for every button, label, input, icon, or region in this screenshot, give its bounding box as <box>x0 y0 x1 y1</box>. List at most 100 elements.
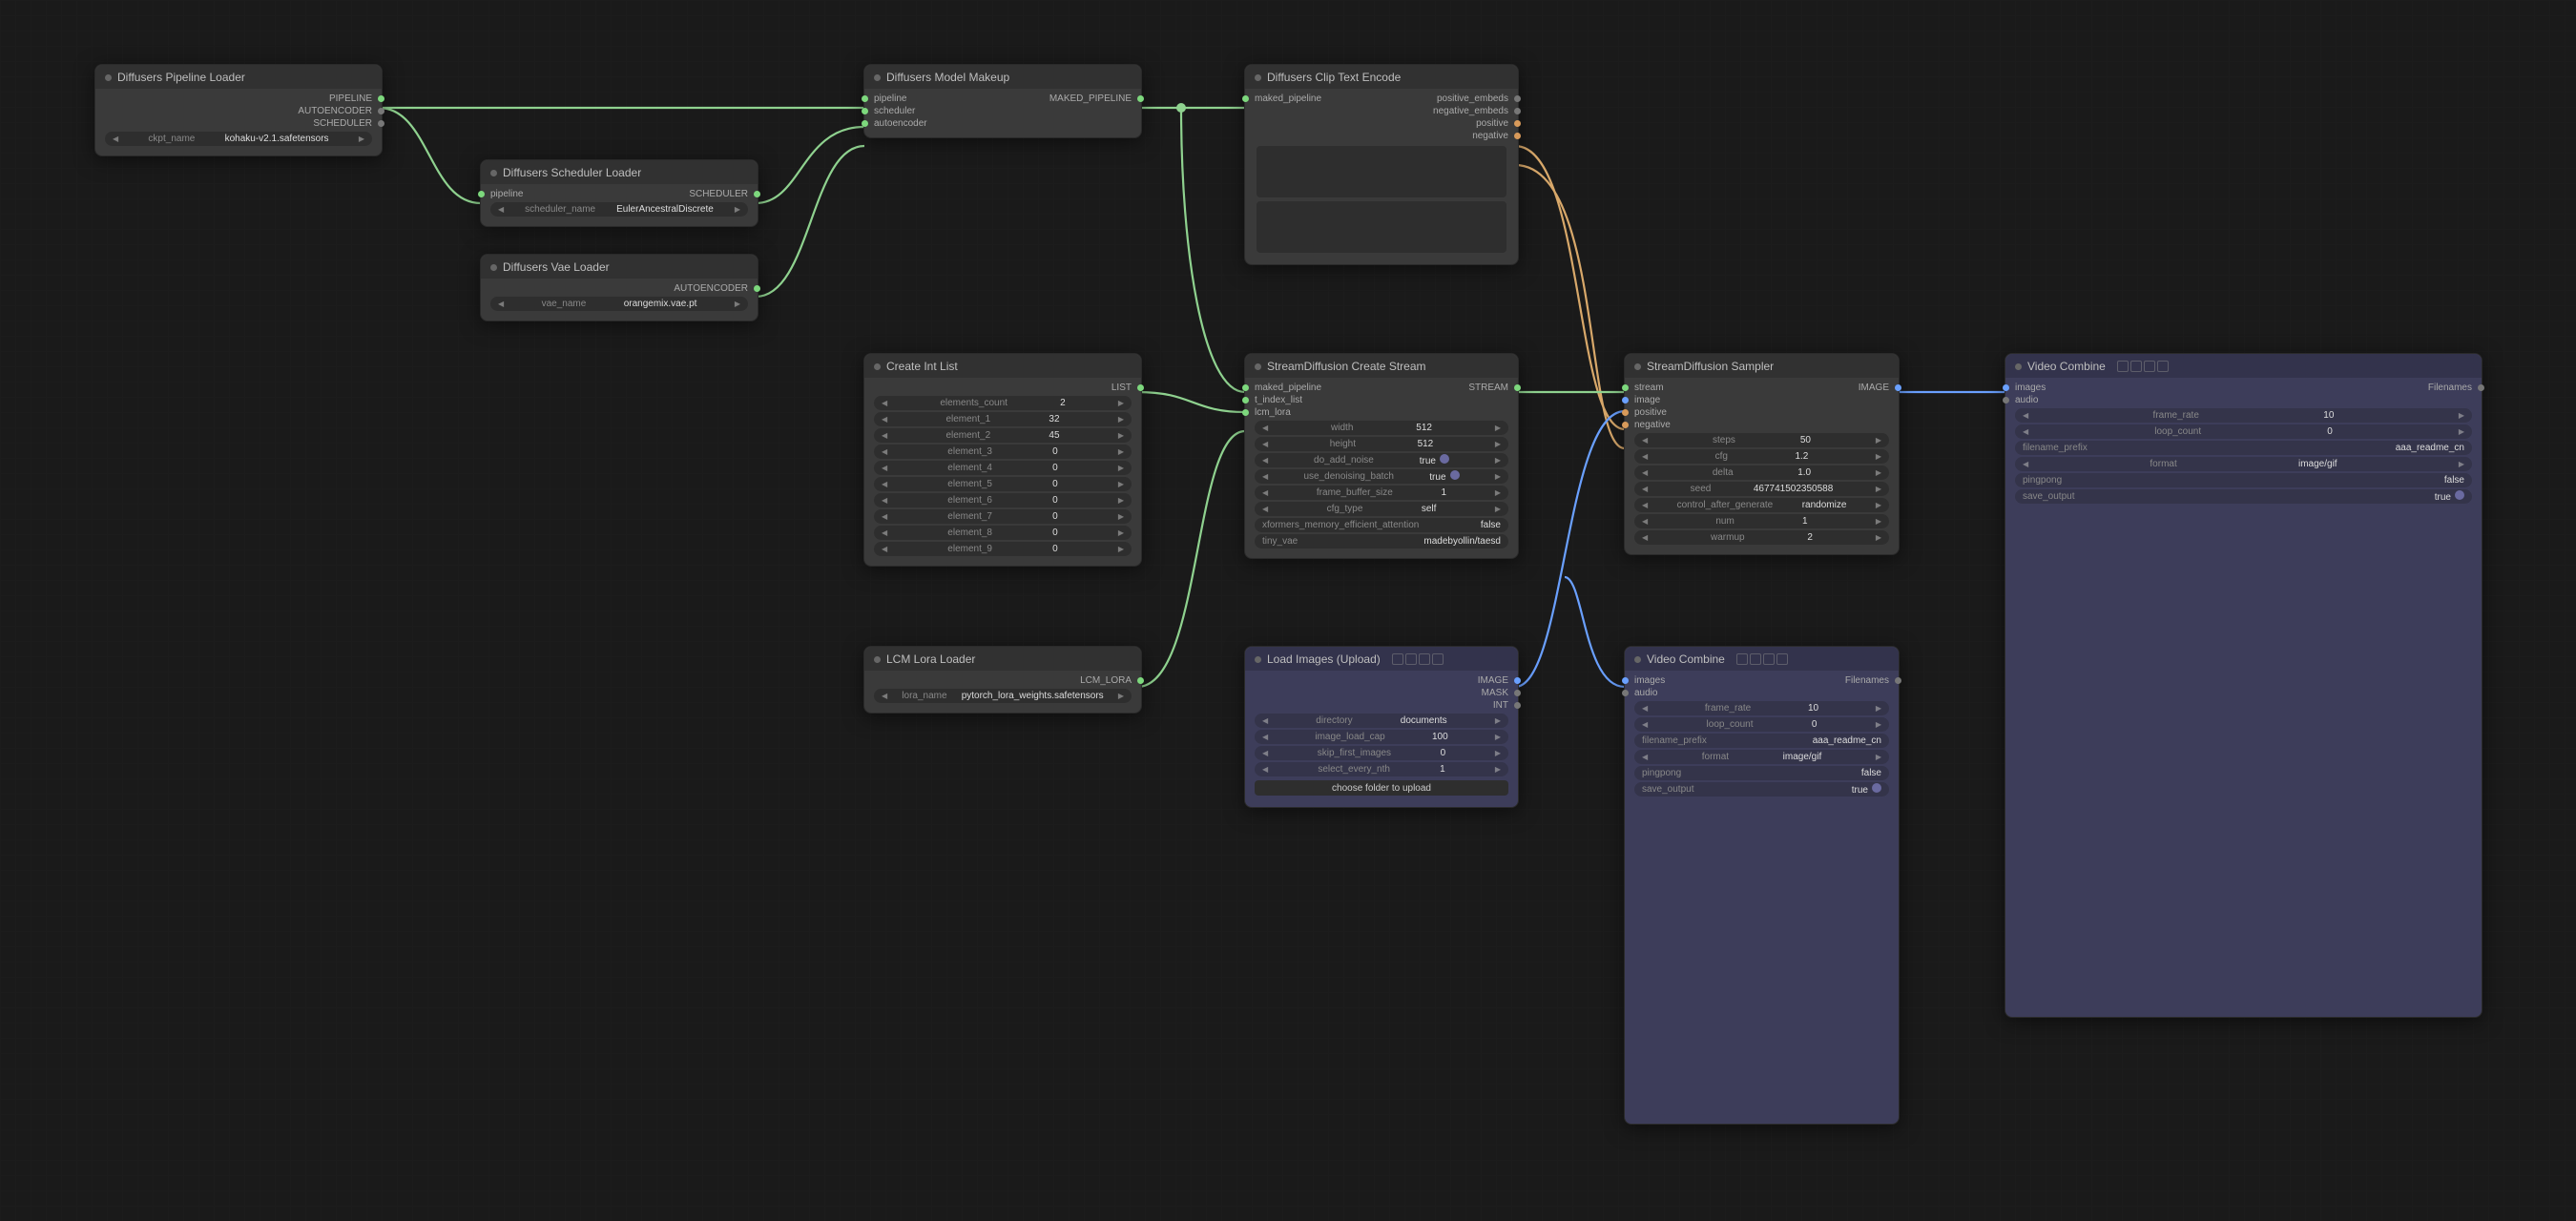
widget-loop_count[interactable]: ◀loop_count0▶ <box>1634 717 1889 732</box>
output-port[interactable] <box>1895 677 1901 684</box>
choose-folder-button[interactable]: choose folder to upload <box>1255 780 1508 796</box>
node-load-images[interactable]: Load Images (Upload) IMAGE MASK INT ◀dir… <box>1244 646 1519 808</box>
widget-directory[interactable]: ◀directorydocuments▶ <box>1255 714 1508 728</box>
widget-tiny_vae[interactable]: tiny_vaemadebyollin/taesd <box>1255 534 1508 548</box>
node-create-int-list[interactable]: Create Int List LIST ◀elements_count2▶◀e… <box>863 353 1142 567</box>
input-port[interactable] <box>1242 384 1249 391</box>
input-port[interactable] <box>478 191 485 197</box>
output-port[interactable] <box>1137 677 1144 684</box>
input-port[interactable] <box>1622 422 1629 428</box>
widget-num[interactable]: ◀num1▶ <box>1634 514 1889 528</box>
widget-save_output[interactable]: save_outputtrue <box>1634 782 1889 797</box>
widget-width[interactable]: ◀width512▶ <box>1255 421 1508 435</box>
output-port[interactable] <box>2478 384 2484 391</box>
output-port[interactable] <box>1514 108 1521 114</box>
input-port[interactable] <box>1622 384 1629 391</box>
output-port[interactable] <box>1514 120 1521 127</box>
input-port[interactable] <box>1242 409 1249 416</box>
widget-filename_prefix[interactable]: filename_prefixaaa_readme_cn <box>1634 734 1889 748</box>
widget-frame_rate[interactable]: ◀frame_rate10▶ <box>2015 408 2472 423</box>
widget-use_denoising_batch[interactable]: ◀use_denoising_batchtrue▶ <box>1255 469 1508 484</box>
node-scheduler-loader[interactable]: Diffusers Scheduler Loader pipelineSCHED… <box>480 159 758 227</box>
output-port[interactable] <box>378 95 384 102</box>
input-port[interactable] <box>862 108 868 114</box>
node-vae-loader[interactable]: Diffusers Vae Loader AUTOENCODER ◀vae_na… <box>480 254 758 321</box>
node-title: Diffusers Model Makeup <box>886 71 1009 84</box>
widget-scheduler-name[interactable]: ◀scheduler_nameEulerAncestralDiscrete▶ <box>490 202 748 217</box>
widget-frame_rate[interactable]: ◀frame_rate10▶ <box>1634 701 1889 715</box>
output-port[interactable] <box>1514 95 1521 102</box>
output-port[interactable] <box>1137 384 1144 391</box>
widget-warmup[interactable]: ◀warmup2▶ <box>1634 530 1889 545</box>
input-port[interactable] <box>1622 397 1629 404</box>
widget-ckpt-name[interactable]: ◀ckpt_namekohaku-v2.1.safetensors▶ <box>105 132 372 146</box>
widget-element_4[interactable]: ◀element_40▶ <box>874 461 1132 475</box>
output-port[interactable] <box>378 108 384 114</box>
widget-format[interactable]: ◀formatimage/gif▶ <box>2015 457 2472 471</box>
widget-save_output[interactable]: save_outputtrue <box>2015 489 2472 504</box>
input-port[interactable] <box>1622 677 1629 684</box>
node-lcm-lora-loader[interactable]: LCM Lora Loader LCM_LORA ◀lora_namepytor… <box>863 646 1142 714</box>
node-title-icons <box>2117 361 2169 372</box>
widget-pingpong[interactable]: pingpongfalse <box>1634 766 1889 780</box>
node-title: LCM Lora Loader <box>886 652 975 666</box>
widget-steps[interactable]: ◀steps50▶ <box>1634 433 1889 447</box>
widget-element_1[interactable]: ◀element_132▶ <box>874 412 1132 426</box>
node-model-makeup[interactable]: Diffusers Model Makeup pipelineMAKED_PIP… <box>863 64 1142 138</box>
widget-xformers_memory_efficient_attention[interactable]: xformers_memory_efficient_attentionfalse <box>1255 518 1508 532</box>
widget-lora-name[interactable]: ◀lora_namepytorch_lora_weights.safetenso… <box>874 689 1132 703</box>
output-port[interactable] <box>1137 95 1144 102</box>
widget-element_9[interactable]: ◀element_90▶ <box>874 542 1132 556</box>
widget-pingpong[interactable]: pingpongfalse <box>2015 473 2472 487</box>
widget-elements_count[interactable]: ◀elements_count2▶ <box>874 396 1132 410</box>
widget-cfg[interactable]: ◀cfg1.2▶ <box>1634 449 1889 464</box>
output-port[interactable] <box>1514 133 1521 139</box>
widget-skip_first_images[interactable]: ◀skip_first_images0▶ <box>1255 746 1508 760</box>
input-port[interactable] <box>1622 409 1629 416</box>
widget-element_6[interactable]: ◀element_60▶ <box>874 493 1132 507</box>
output-port[interactable] <box>754 285 760 292</box>
input-port[interactable] <box>1622 690 1629 696</box>
widget-cfg_type[interactable]: ◀cfg_typeself▶ <box>1255 502 1508 516</box>
output-port[interactable] <box>1514 690 1521 696</box>
input-port[interactable] <box>1242 397 1249 404</box>
widget-do_add_noise[interactable]: ◀do_add_noisetrue▶ <box>1255 453 1508 467</box>
node-title: StreamDiffusion Create Stream <box>1267 360 1426 373</box>
widget-control_after_generate[interactable]: ◀control_after_generaterandomize▶ <box>1634 498 1889 512</box>
widget-vae-name[interactable]: ◀vae_nameorangemix.vae.pt▶ <box>490 297 748 311</box>
node-create-stream[interactable]: StreamDiffusion Create Stream maked_pipe… <box>1244 353 1519 559</box>
node-sampler[interactable]: StreamDiffusion Sampler streamIMAGE imag… <box>1624 353 1900 555</box>
output-port[interactable] <box>1895 384 1901 391</box>
node-title-icons <box>1392 653 1444 665</box>
widget-seed[interactable]: ◀seed467741502350588▶ <box>1634 482 1889 496</box>
output-port[interactable] <box>754 191 760 197</box>
node-video-combine-1[interactable]: Video Combine imagesFilenames audio ◀fra… <box>1624 646 1900 1125</box>
widget-loop_count[interactable]: ◀loop_count0▶ <box>2015 424 2472 439</box>
input-port[interactable] <box>1242 95 1249 102</box>
widget-height[interactable]: ◀height512▶ <box>1255 437 1508 451</box>
output-port[interactable] <box>378 120 384 127</box>
output-port[interactable] <box>1514 677 1521 684</box>
output-port[interactable] <box>1514 702 1521 709</box>
widget-frame_buffer_size[interactable]: ◀frame_buffer_size1▶ <box>1255 486 1508 500</box>
positive-prompt-input[interactable] <box>1257 146 1506 197</box>
node-pipeline-loader[interactable]: Diffusers Pipeline Loader PIPELINE AUTOE… <box>94 64 383 156</box>
widget-element_3[interactable]: ◀element_30▶ <box>874 445 1132 459</box>
node-clip-text-encode[interactable]: Diffusers Clip Text Encode maked_pipelin… <box>1244 64 1519 265</box>
input-port[interactable] <box>862 95 868 102</box>
input-port[interactable] <box>2003 397 2009 404</box>
input-port[interactable] <box>2003 384 2009 391</box>
widget-element_7[interactable]: ◀element_70▶ <box>874 509 1132 524</box>
widget-filename_prefix[interactable]: filename_prefixaaa_readme_cn <box>2015 441 2472 455</box>
widget-delta[interactable]: ◀delta1.0▶ <box>1634 466 1889 480</box>
input-port[interactable] <box>862 120 868 127</box>
widget-select_every_nth[interactable]: ◀select_every_nth1▶ <box>1255 762 1508 776</box>
negative-prompt-input[interactable] <box>1257 201 1506 253</box>
widget-element_5[interactable]: ◀element_50▶ <box>874 477 1132 491</box>
widget-element_8[interactable]: ◀element_80▶ <box>874 526 1132 540</box>
widget-element_2[interactable]: ◀element_245▶ <box>874 428 1132 443</box>
widget-format[interactable]: ◀formatimage/gif▶ <box>1634 750 1889 764</box>
node-video-combine-2[interactable]: Video Combine imagesFilenames audio ◀fra… <box>2005 353 2483 1018</box>
output-port[interactable] <box>1514 384 1521 391</box>
widget-image_load_cap[interactable]: ◀image_load_cap100▶ <box>1255 730 1508 744</box>
